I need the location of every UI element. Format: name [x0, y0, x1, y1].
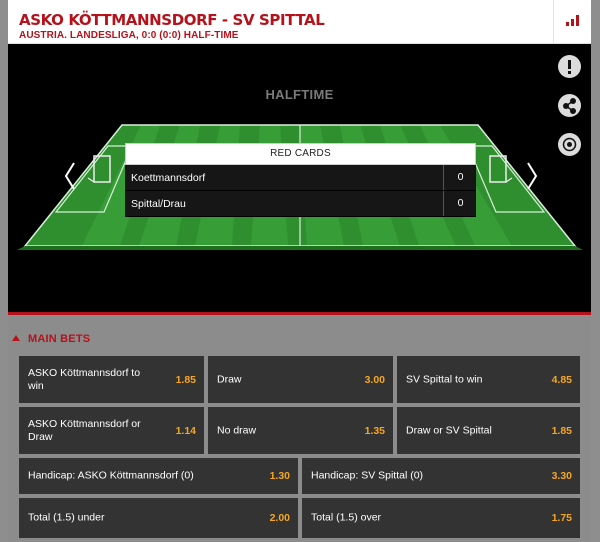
match-header: ASKO KÖTTMANNSDORF - SV SPITTAL AUSTRIA.…: [8, 0, 591, 44]
bet-odds: 3.30: [551, 470, 572, 482]
bar-chart-icon: [571, 19, 574, 26]
chevron-right-icon[interactable]: [526, 161, 538, 191]
bet-odds: 1.75: [551, 512, 572, 524]
bet-button[interactable]: Draw or SV Spittal 1.85: [397, 407, 580, 454]
bet-label: ASKO Köttmannsdorf to win: [28, 366, 141, 392]
red-cards-count: 0: [443, 191, 477, 216]
collapse-triangle-icon: [12, 335, 20, 341]
bet-odds: 4.85: [551, 373, 572, 386]
bet-label: Handicap: ASKO Köttmannsdorf (0): [28, 469, 194, 482]
bet-odds: 1.30: [269, 470, 290, 482]
match-subtitle: AUSTRIA. LANDESLIGA, 0:0 (0:0) HALF-TIME: [19, 30, 239, 41]
bet-button[interactable]: Handicap: ASKO Köttmannsdorf (0) 1.30: [19, 458, 298, 494]
bet-odds: 1.85: [175, 373, 196, 386]
bar-chart-icon: [566, 22, 569, 26]
settings-icon[interactable]: [558, 133, 581, 156]
bet-button[interactable]: ASKO Köttmannsdorf or Draw 1.14: [19, 407, 204, 454]
bet-label: Draw or SV Spittal: [406, 424, 492, 436]
bet-button[interactable]: Handicap: SV Spittal (0) 3.30: [302, 458, 580, 494]
main-bets-toggle[interactable]: MAIN BETS: [12, 333, 90, 345]
match-widget: ASKO KÖTTMANNSDORF - SV SPITTAL AUSTRIA.…: [8, 0, 591, 542]
bet-button[interactable]: Total (1.5) over 1.75: [302, 498, 580, 538]
bet-button[interactable]: ASKO Köttmannsdorf to win 1.85: [19, 356, 204, 403]
bet-button[interactable]: No draw 1.35: [208, 407, 393, 454]
bet-label: Total (1.5) under: [28, 511, 105, 524]
bet-odds: 2.00: [269, 512, 290, 524]
main-bets-title: MAIN BETS: [28, 333, 91, 345]
chevron-left-icon[interactable]: [64, 161, 76, 191]
match-title: ASKO KÖTTMANNSDORF - SV SPITTAL: [19, 11, 325, 29]
bet-label: Draw: [217, 373, 242, 385]
bet-odds: 1.35: [364, 424, 385, 437]
match-status: HALFTIME: [265, 87, 334, 102]
bet-odds: 3.00: [364, 373, 385, 386]
red-cards-heading: RED CARDS: [125, 143, 476, 165]
bet-button[interactable]: SV Spittal to win 4.85: [397, 356, 580, 403]
red-cards-count: 0: [443, 165, 477, 190]
share-icon[interactable]: [558, 94, 581, 117]
red-cards-row: Spittal/Drau 0: [125, 191, 476, 217]
bet-label: SV Spittal to win: [406, 373, 483, 385]
alert-icon[interactable]: [558, 55, 581, 78]
main-bets-section: MAIN BETS ASKO Köttmannsdorf to win 1.85…: [8, 315, 591, 542]
red-cards-team: Koettmannsdorf: [131, 172, 206, 184]
bet-label: No draw: [217, 424, 257, 436]
bet-label: Total (1.5) over: [311, 511, 382, 524]
bet-button[interactable]: Total (1.5) under 2.00: [19, 498, 298, 538]
match-visualization: HALFTIME RED CARDS Koettmannsdorf 0 Spit…: [8, 44, 591, 312]
bet-label: ASKO Köttmannsdorf or Draw: [28, 417, 141, 443]
red-cards-panel: RED CARDS Koettmannsdorf 0 Spittal/Drau …: [125, 143, 476, 217]
bet-label: Handicap: SV Spittal (0): [311, 469, 424, 482]
bar-chart-icon: [576, 15, 579, 26]
bet-button[interactable]: Draw 3.00: [208, 356, 393, 403]
bet-odds: 1.14: [175, 424, 196, 437]
red-cards-team: Spittal/Drau: [131, 198, 186, 210]
red-cards-row: Koettmannsdorf 0: [125, 165, 476, 191]
bet-odds: 1.85: [551, 424, 572, 437]
stats-button[interactable]: [553, 0, 592, 43]
